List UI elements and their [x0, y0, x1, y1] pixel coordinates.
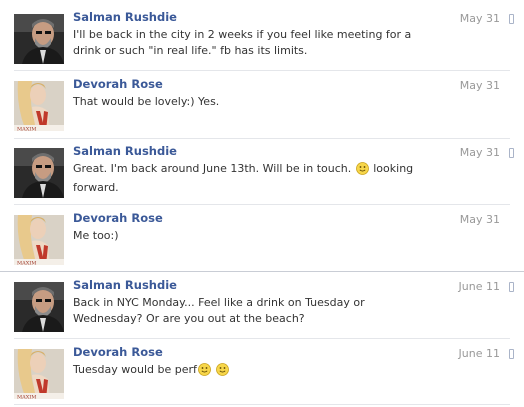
- message-text: Great. I'm back around June 13th. Will b…: [73, 161, 435, 195]
- mobile-phone-icon: [509, 349, 514, 359]
- message-date: June 11: [458, 280, 500, 293]
- avatar-devorah-rose[interactable]: MAXIM: [14, 81, 64, 131]
- message-divider: [14, 204, 510, 205]
- sender-name[interactable]: Salman Rushdie: [73, 144, 177, 158]
- smiley-icon: [197, 363, 211, 381]
- message-divider: [14, 338, 510, 339]
- message-divider: [14, 404, 510, 405]
- svg-text:MAXIM: MAXIM: [17, 261, 36, 266]
- message-divider: [14, 138, 510, 139]
- sender-name[interactable]: Devorah Rose: [73, 77, 163, 91]
- message-date: May 31: [459, 12, 500, 25]
- mobile-phone-icon: [509, 282, 514, 292]
- message-text: Me too:): [73, 229, 119, 242]
- message-date: May 31: [459, 79, 500, 92]
- avatar-salman-rushdie[interactable]: [14, 148, 64, 198]
- message-text-part: Great. I'm back around June 13th. Will b…: [73, 162, 352, 175]
- message-divider: [14, 70, 510, 71]
- svg-text:MAXIM: MAXIM: [17, 395, 36, 400]
- avatar-devorah-rose[interactable]: MAXIM: [14, 349, 64, 399]
- message-text: Tuesday would be perf: [73, 362, 435, 381]
- message-text: That would be lovely:) Yes.: [73, 95, 220, 108]
- sender-name[interactable]: Salman Rushdie: [73, 10, 177, 24]
- mobile-phone-icon: [509, 14, 514, 24]
- message-text-part: Tuesday would be perf: [73, 363, 197, 376]
- avatar-salman-rushdie[interactable]: [14, 282, 64, 332]
- sender-name[interactable]: Devorah Rose: [73, 211, 163, 225]
- smiley-icon: [355, 162, 369, 180]
- sender-name[interactable]: Devorah Rose: [73, 345, 163, 359]
- message-text: I'll be back in the city in 2 weeks if y…: [73, 28, 412, 57]
- svg-text:MAXIM: MAXIM: [17, 127, 36, 132]
- avatar-devorah-rose[interactable]: MAXIM: [14, 215, 64, 265]
- mobile-phone-icon: [509, 148, 514, 158]
- message-divider: [0, 271, 524, 272]
- message-date: May 31: [459, 146, 500, 159]
- message-text: Back in NYC Monday... Feel like a drink …: [73, 296, 365, 325]
- message-date: May 31: [459, 213, 500, 226]
- sender-name[interactable]: Salman Rushdie: [73, 278, 177, 292]
- smiley-icon: [216, 363, 230, 381]
- avatar-salman-rushdie[interactable]: [14, 14, 64, 64]
- message-date: June 11: [458, 347, 500, 360]
